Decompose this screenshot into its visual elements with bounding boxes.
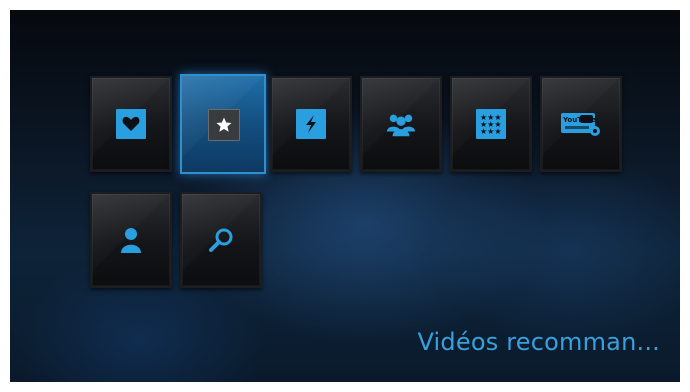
svg-text:★★★: ★★★ <box>480 127 502 135</box>
youtube-settings-icon: YouTube <box>561 109 601 139</box>
star-icon <box>208 109 240 141</box>
tv-screen: ★★★ ★★★ ★★★ YouTube Vidéos recomman... <box>10 10 680 382</box>
search-icon <box>206 225 236 255</box>
tile-youtube-account[interactable]: YouTube <box>540 76 622 172</box>
tile-top-rated[interactable]: ★★★ ★★★ ★★★ <box>450 76 532 172</box>
tile-recommended-videos[interactable] <box>180 74 266 174</box>
tile-favorites[interactable] <box>90 76 172 172</box>
person-icon <box>116 225 146 255</box>
rating-stars-icon: ★★★ ★★★ ★★★ <box>476 109 506 139</box>
tile-subscriptions[interactable] <box>360 76 442 172</box>
youtube-logo-text: YouTube <box>562 116 596 124</box>
tile-most-viewed[interactable] <box>270 76 352 172</box>
people-icon <box>386 109 416 139</box>
lightning-icon <box>296 109 326 139</box>
tile-my-account[interactable] <box>90 192 172 288</box>
tile-search[interactable] <box>180 192 262 288</box>
heart-icon <box>116 109 146 139</box>
selected-item-label: Vidéos recomman... <box>417 328 660 356</box>
